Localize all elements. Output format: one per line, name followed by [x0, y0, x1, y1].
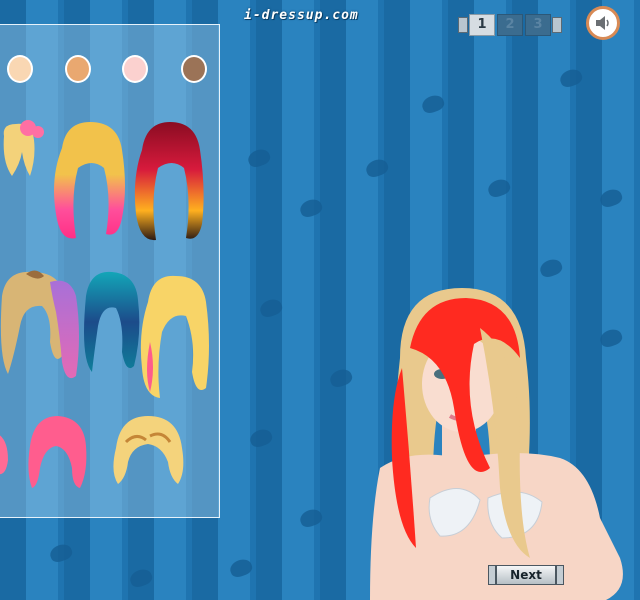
heart-decoration: [227, 556, 255, 580]
page-3-button[interactable]: 3: [525, 14, 551, 36]
model-character: [370, 288, 623, 600]
heart-decoration: [47, 541, 75, 565]
hairstyle-option[interactable]: [106, 412, 190, 488]
page-2-button[interactable]: 2: [497, 14, 523, 36]
hairstyle-option[interactable]: [0, 118, 44, 188]
pager-right-cap: [552, 17, 562, 33]
hairstyle-option[interactable]: [78, 268, 144, 376]
heart-decoration: [297, 196, 325, 220]
next-button-left-cap: [488, 565, 496, 585]
skin-tone-swatch[interactable]: [181, 55, 207, 83]
heart-decoration: [297, 506, 325, 530]
skin-tone-swatch[interactable]: [122, 55, 148, 83]
site-logo[interactable]: i-dressup.com: [244, 8, 359, 23]
page-selector: 1 2 3: [458, 14, 562, 36]
heart-decoration: [419, 92, 447, 116]
hairstyle-option[interactable]: [0, 430, 12, 480]
next-button[interactable]: Next: [488, 564, 564, 586]
sound-toggle-button[interactable]: [586, 6, 620, 40]
speaker-icon: [596, 16, 609, 30]
heart-decoration: [485, 176, 513, 200]
heart-decoration: [127, 566, 155, 590]
heart-decoration: [327, 366, 355, 390]
pager-left-cap: [458, 17, 468, 33]
heart-decoration: [247, 426, 275, 450]
next-button-label: Next: [496, 565, 556, 585]
heart-decoration: [245, 146, 273, 170]
heart-decoration: [597, 186, 625, 210]
heart-decoration: [557, 66, 585, 90]
skin-tone-swatch[interactable]: [65, 55, 91, 83]
heart-decoration: [363, 156, 391, 180]
hairstyle-option[interactable]: [130, 120, 210, 244]
next-button-right-cap: [556, 565, 564, 585]
heart-decoration: [537, 256, 565, 280]
game-stage: i-dressup.com 1 2 3 Next: [0, 0, 640, 600]
skin-tone-swatch[interactable]: [7, 55, 33, 83]
hairstyle-option[interactable]: [136, 272, 216, 402]
page-1-button[interactable]: 1: [469, 14, 495, 36]
hairstyle-option[interactable]: [48, 118, 130, 244]
hairstyle-option[interactable]: [22, 412, 92, 492]
heart-decoration: [257, 296, 285, 320]
